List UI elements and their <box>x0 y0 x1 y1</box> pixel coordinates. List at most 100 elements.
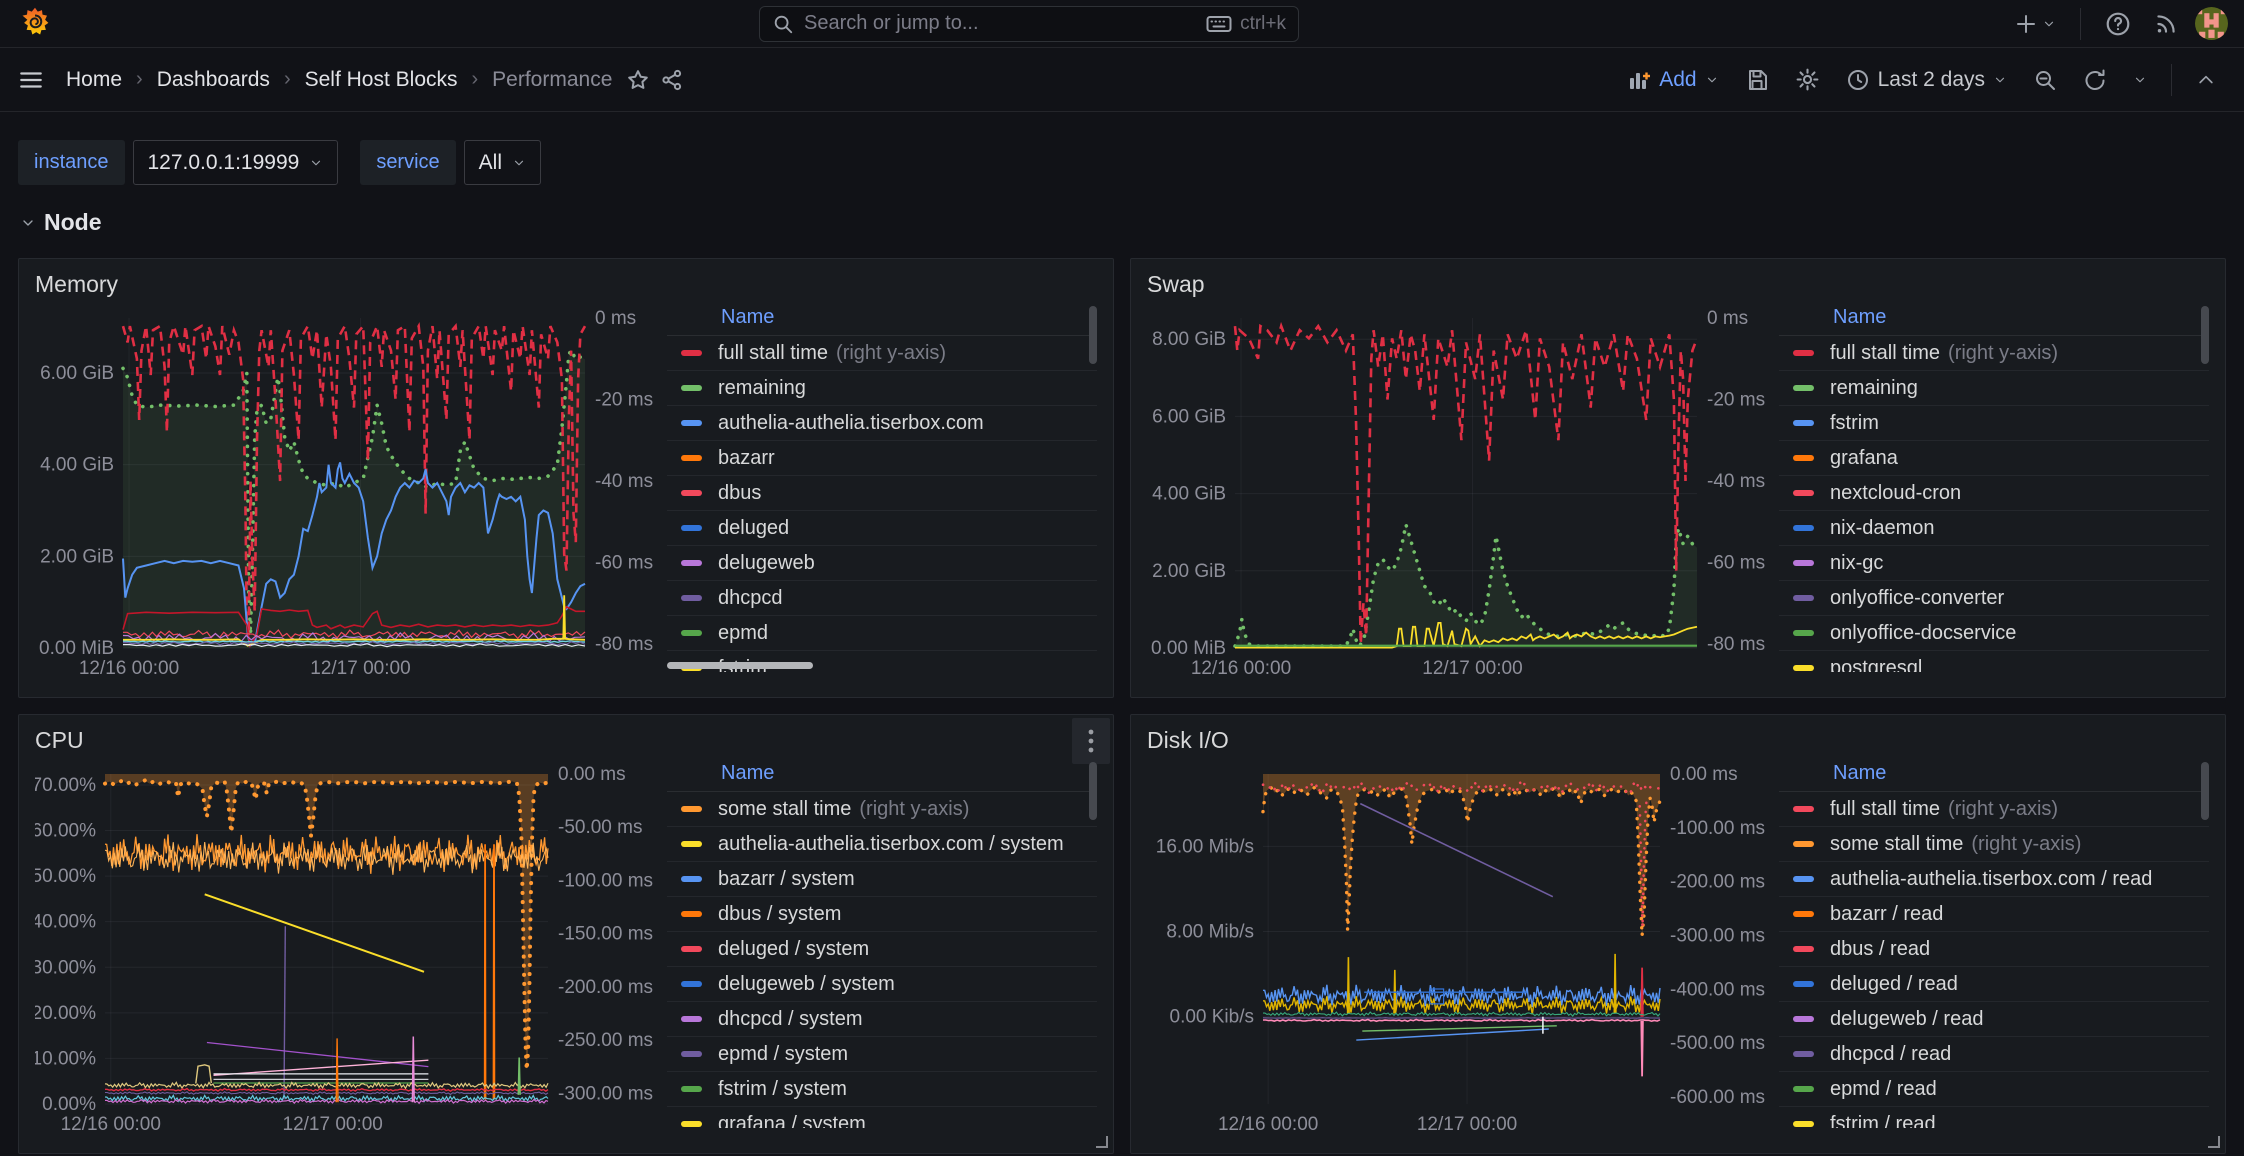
legend-item[interactable]: onlyoffice-converter <box>1779 581 2209 616</box>
svg-text:6.00 GiB: 6.00 GiB <box>1152 406 1226 427</box>
legend-name-header[interactable]: Name <box>667 304 1097 336</box>
panel-resize-handle[interactable] <box>1096 1136 1108 1148</box>
svg-text:12/17 00:00: 12/17 00:00 <box>283 1114 383 1132</box>
legend-item[interactable]: nix-gc <box>1779 546 2209 581</box>
save-dashboard-button[interactable] <box>1735 60 1779 100</box>
legend-item[interactable]: some stall time(right y-axis) <box>1779 827 2209 862</box>
series-name: bazarr / system <box>718 868 855 891</box>
legend-scrollbar[interactable] <box>2201 762 2209 820</box>
search-input[interactable]: Search or jump to... ctrl+k <box>759 6 1299 42</box>
panel-title[interactable]: CPU <box>35 727 1097 754</box>
legend-scrollbar[interactable] <box>2201 306 2209 364</box>
legend-item[interactable]: delugeweb <box>667 546 1097 581</box>
legend-item[interactable]: dhcpcd / read <box>1779 1037 2209 1072</box>
legend-item[interactable]: delugeweb / system <box>667 967 1097 1002</box>
legend-item[interactable]: delugeweb / read <box>1779 1002 2209 1037</box>
breadcrumb-dashboards[interactable]: Dashboards <box>157 68 270 92</box>
legend-item[interactable]: some stall time(right y-axis) <box>667 792 1097 827</box>
star-icon[interactable] <box>626 68 650 92</box>
keyboard-icon <box>1206 13 1232 35</box>
filter-service-value[interactable]: All <box>464 140 541 185</box>
legend-item[interactable]: fstrim <box>1779 406 2209 441</box>
legend-horizontal-scrollbar[interactable] <box>667 662 813 669</box>
legend-item[interactable]: postgresql <box>1779 651 2209 672</box>
legend-scrollbar[interactable] <box>1089 762 1097 820</box>
legend-item[interactable]: full stall time(right y-axis) <box>667 336 1097 371</box>
legend-item[interactable]: remaining <box>667 371 1097 406</box>
legend-item[interactable]: epmd / system <box>667 1037 1097 1072</box>
legend-item[interactable]: nix-daemon <box>1779 511 2209 546</box>
legend-name-header[interactable]: Name <box>667 760 1097 792</box>
series-color-swatch <box>1793 841 1814 847</box>
panel-menu-button[interactable] <box>1072 718 1110 764</box>
filter-instance-value[interactable]: 127.0.0.1:19999 <box>133 140 339 185</box>
variable-filters: instance 127.0.0.1:19999 service All <box>18 140 2226 185</box>
breadcrumb-home[interactable]: Home <box>66 68 122 92</box>
breadcrumb-separator: › <box>472 68 479 91</box>
refresh-button[interactable] <box>2073 60 2117 100</box>
panel-title[interactable]: Disk I/O <box>1147 727 2209 754</box>
series-name: fstrim <box>1830 412 1879 435</box>
new-button[interactable] <box>2008 6 2062 42</box>
panel-title[interactable]: Memory <box>35 271 1097 298</box>
share-icon[interactable] <box>660 68 684 92</box>
legend-item[interactable]: bazarr / system <box>667 862 1097 897</box>
svg-text:30.00%: 30.00% <box>35 957 96 978</box>
legend-item[interactable]: deluged / read <box>1779 967 2209 1002</box>
series-color-swatch <box>681 595 702 601</box>
legend-item[interactable]: fstrim / system <box>667 1072 1097 1107</box>
series-color-swatch <box>681 560 702 566</box>
menu-toggle-icon[interactable] <box>18 67 44 93</box>
collapse-toolbar-button[interactable] <box>2186 62 2226 98</box>
disk-io-chart[interactable]: 0.00 Kib/s8.00 Mib/s16.00 Mib/s0.00 ms-1… <box>1147 760 1767 1137</box>
panel-resize-handle[interactable] <box>2208 1136 2220 1148</box>
legend-item[interactable]: epmd / read <box>1779 1072 2209 1107</box>
row-node-toggle[interactable]: Node <box>20 209 2226 236</box>
series-name: dbus <box>718 482 761 505</box>
series-color-swatch <box>1793 630 1814 636</box>
news-button[interactable] <box>2147 5 2185 43</box>
panel-title[interactable]: Swap <box>1147 271 2209 298</box>
legend-item[interactable]: dhcpcd <box>667 581 1097 616</box>
legend-item[interactable]: epmd <box>667 616 1097 651</box>
legend-item[interactable]: dhcpcd / system <box>667 1002 1097 1037</box>
grafana-logo-icon[interactable] <box>20 7 50 41</box>
legend-item[interactable]: deluged / system <box>667 932 1097 967</box>
filter-instance-label: instance <box>18 140 125 185</box>
avatar[interactable] <box>2195 7 2228 40</box>
legend-item[interactable]: dbus <box>667 476 1097 511</box>
legend-item[interactable]: onlyoffice-docservice <box>1779 616 2209 651</box>
legend-scrollbar[interactable] <box>1089 306 1097 364</box>
swap-chart[interactable]: 0.00 MiB2.00 GiB4.00 GiB6.00 GiB8.00 GiB… <box>1147 304 1767 681</box>
legend-item[interactable]: fstrim / read <box>1779 1107 2209 1128</box>
cpu-chart[interactable]: 0.00%10.00%20.00%30.00%40.00%50.00%60.00… <box>35 760 655 1137</box>
zoom-out-button[interactable] <box>2023 60 2067 100</box>
chevron-down-icon <box>2042 17 2056 31</box>
legend-item[interactable]: authelia-authelia.tiserbox.com <box>667 406 1097 441</box>
legend-name-header[interactable]: Name <box>1779 304 2209 336</box>
top-nav: Search or jump to... ctrl+k <box>0 0 2244 48</box>
legend-item[interactable]: authelia-authelia.tiserbox.com / read <box>1779 862 2209 897</box>
breadcrumb-folder[interactable]: Self Host Blocks <box>305 68 458 92</box>
legend-item[interactable]: grafana <box>1779 441 2209 476</box>
legend-item[interactable]: full stall time(right y-axis) <box>1779 336 2209 371</box>
legend-item[interactable]: authelia-authelia.tiserbox.com / system <box>667 827 1097 862</box>
memory-chart[interactable]: 0.00 MiB2.00 GiB4.00 GiB6.00 GiB0 ms-20 … <box>35 304 655 681</box>
legend-item[interactable]: remaining <box>1779 371 2209 406</box>
refresh-interval-dropdown[interactable] <box>2123 65 2157 95</box>
legend-item[interactable]: dbus / system <box>667 897 1097 932</box>
add-button[interactable]: Add <box>1617 60 1728 100</box>
legend-item[interactable]: bazarr / read <box>1779 897 2209 932</box>
legend-item[interactable]: dbus / read <box>1779 932 2209 967</box>
svg-text:0.00 ms: 0.00 ms <box>1670 764 1738 785</box>
legend-item[interactable]: grafana / system <box>667 1107 1097 1128</box>
legend-item[interactable]: full stall time(right y-axis) <box>1779 792 2209 827</box>
dashboard-settings-button[interactable] <box>1785 59 1830 100</box>
time-range-picker[interactable]: Last 2 days <box>1836 60 2017 100</box>
legend-item[interactable]: bazarr <box>667 441 1097 476</box>
legend-item[interactable]: deluged <box>667 511 1097 546</box>
svg-text:-250.00 ms: -250.00 ms <box>558 1030 653 1051</box>
legend-item[interactable]: nextcloud-cron <box>1779 476 2209 511</box>
legend-name-header[interactable]: Name <box>1779 760 2209 792</box>
help-button[interactable] <box>2099 5 2137 43</box>
